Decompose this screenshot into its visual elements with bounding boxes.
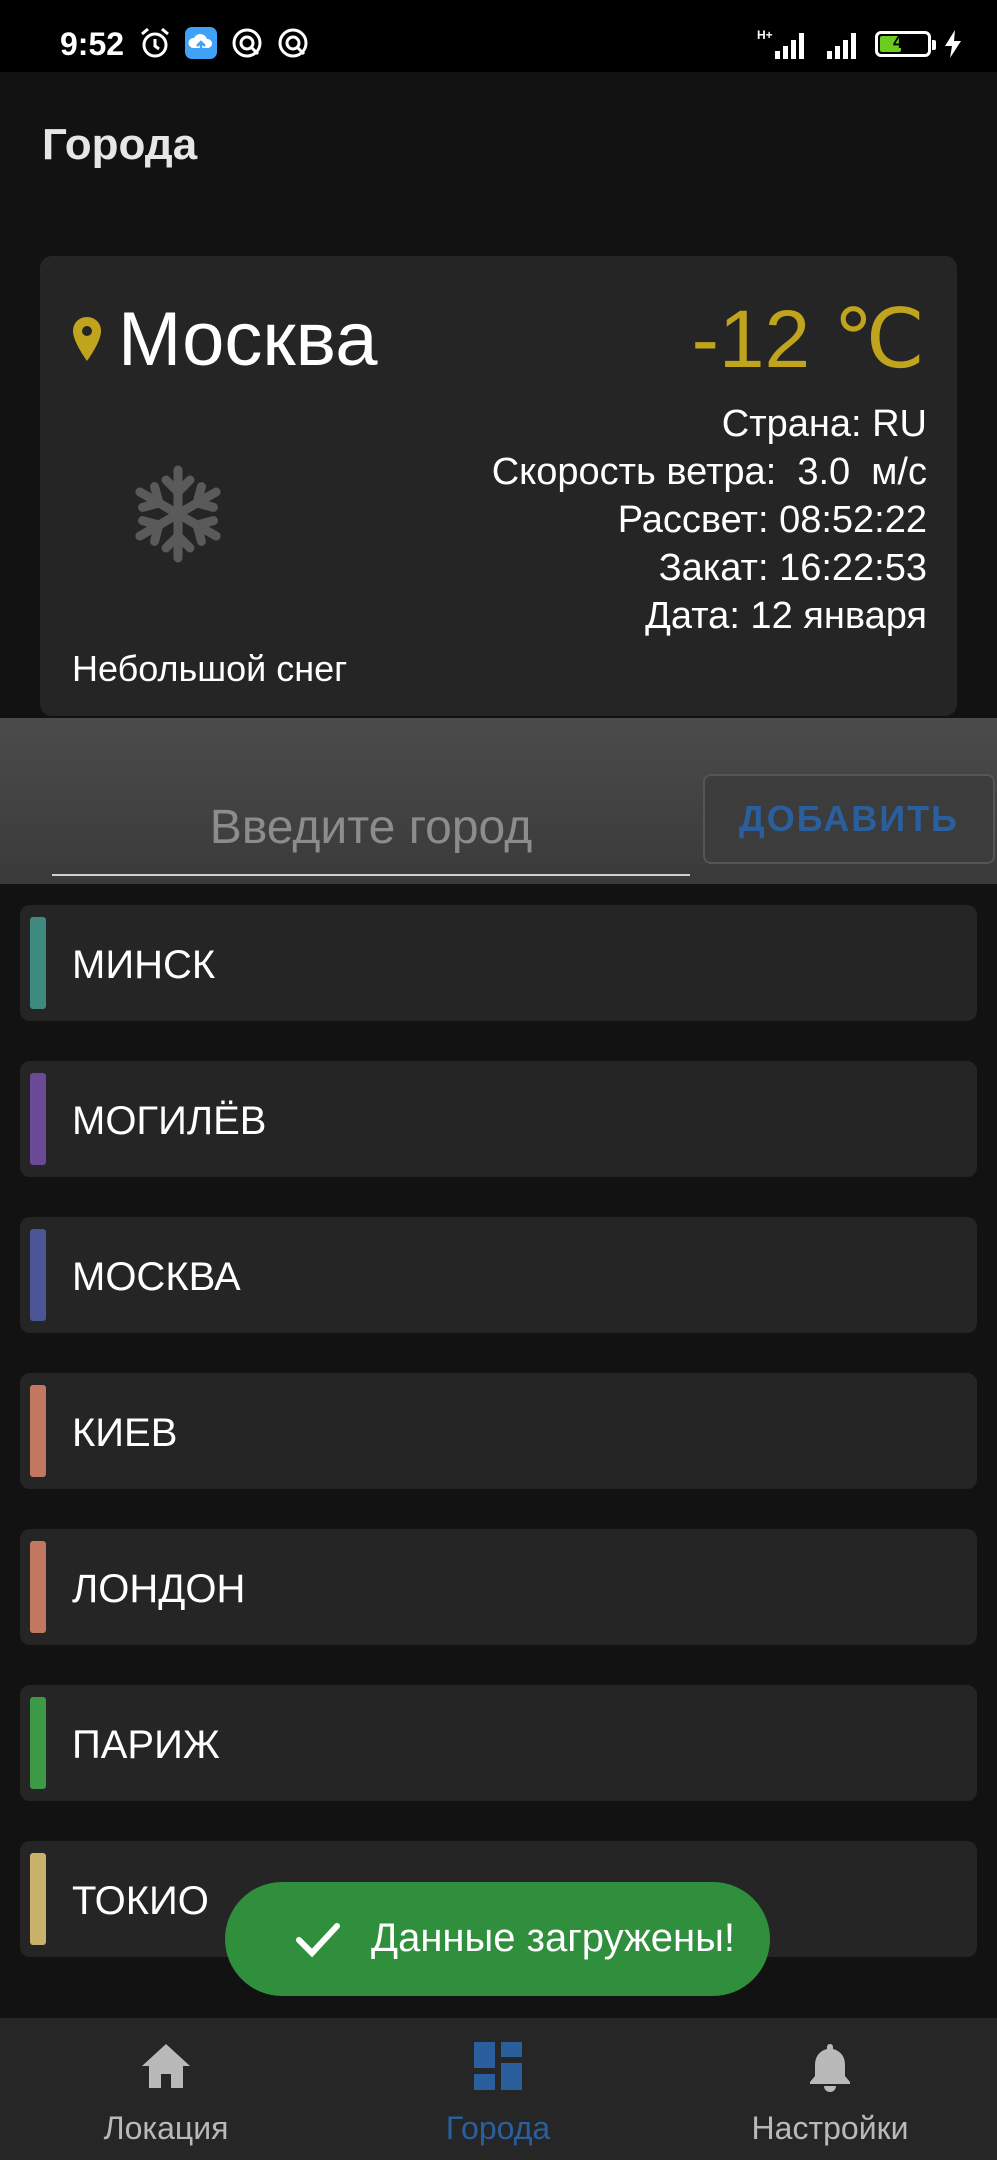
status-indicators: H+ 45 [755, 24, 963, 64]
page-title: Города [42, 120, 198, 169]
charging-icon [945, 30, 961, 58]
nav-label-location: Локация [103, 2110, 229, 2146]
weather-temperature: -12 ℃ [691, 294, 925, 385]
bell-icon [810, 2044, 850, 2092]
nav-item-cities[interactable]: Города [332, 2018, 664, 2160]
battery-icon: 45 [875, 31, 936, 57]
toast: Данные загружены! [225, 1882, 770, 1996]
city-name: МИНСК [72, 943, 216, 987]
city-name: ТОКИО [72, 1879, 209, 1923]
nav-item-location[interactable]: Локация [0, 2018, 332, 2160]
city-color-indicator [30, 1541, 46, 1633]
sync-icon [278, 28, 308, 58]
weather-sunrise: Рассвет: 08:52:22 [617, 499, 927, 541]
city-list-item[interactable]: ЛОНДОН [20, 1529, 977, 1645]
weather-country: Страна: RU [721, 403, 927, 445]
cloud-upload-icon [185, 27, 217, 59]
weather-details: Страна: RU Скорость ветра: 3.0 м/с Рассв… [492, 400, 927, 640]
add-city-panel: ДОБАВИТЬ [0, 718, 997, 884]
city-color-indicator [30, 1229, 46, 1321]
network-type: H+ [757, 28, 773, 42]
city-color-indicator [30, 1073, 46, 1165]
bottom-navigation: Локация Города Настройки [0, 2018, 997, 2160]
city-color-indicator [30, 1853, 46, 1945]
signal-icon: H+ [757, 28, 804, 59]
sync-icon [232, 28, 262, 58]
home-icon [142, 2044, 190, 2088]
weather-date: Дата: 12 января [645, 595, 927, 637]
city-list-item[interactable]: МОСКВА [20, 1217, 977, 1333]
nav-item-settings[interactable]: Настройки [664, 2018, 996, 2160]
check-icon [296, 1923, 340, 1958]
weather-city-name: Москва [118, 297, 378, 382]
city-name: МОСКВА [72, 1255, 241, 1299]
nav-label-settings: Настройки [751, 2110, 909, 2146]
city-color-indicator [30, 1697, 46, 1789]
alarm-icon [141, 27, 169, 58]
toast-message: Данные загружены! [371, 1916, 736, 1960]
city-list-item[interactable]: КИЕВ [20, 1373, 977, 1489]
city-name: МОГИЛЁВ [72, 1099, 267, 1143]
signal-icon [827, 33, 856, 59]
city-name: КИЕВ [72, 1411, 178, 1455]
status-time: 9:52 [60, 26, 125, 62]
weather-card: Москва -12 ℃ Страна: RU Скорость ветра: … [40, 256, 957, 716]
city-color-indicator [30, 917, 46, 1009]
city-list-item[interactable]: МОГИЛЁВ [20, 1061, 977, 1177]
nav-label-cities: Города [445, 2110, 551, 2146]
weather-description: Небольшой снег [72, 648, 348, 689]
add-city-button[interactable]: ДОБАВИТЬ [703, 774, 995, 864]
city-name: ПАРИЖ [72, 1723, 220, 1767]
city-input[interactable] [52, 780, 690, 876]
battery-level: 45 [892, 32, 914, 52]
city-list-item[interactable]: ПАРИЖ [20, 1685, 977, 1801]
snowflake-icon [135, 465, 221, 563]
dashboard-icon [474, 2042, 522, 2090]
weather-sunset: Закат: 16:22:53 [658, 547, 927, 589]
location-pin-icon [73, 317, 101, 361]
weather-wind: Скорость ветра: 3.0 м/с [491, 451, 927, 493]
status-bar: 9:52 H+ 45 [0, 0, 997, 72]
city-name: ЛОНДОН [72, 1567, 246, 1611]
city-list-item[interactable]: МИНСК [20, 905, 977, 1021]
city-color-indicator [30, 1385, 46, 1477]
